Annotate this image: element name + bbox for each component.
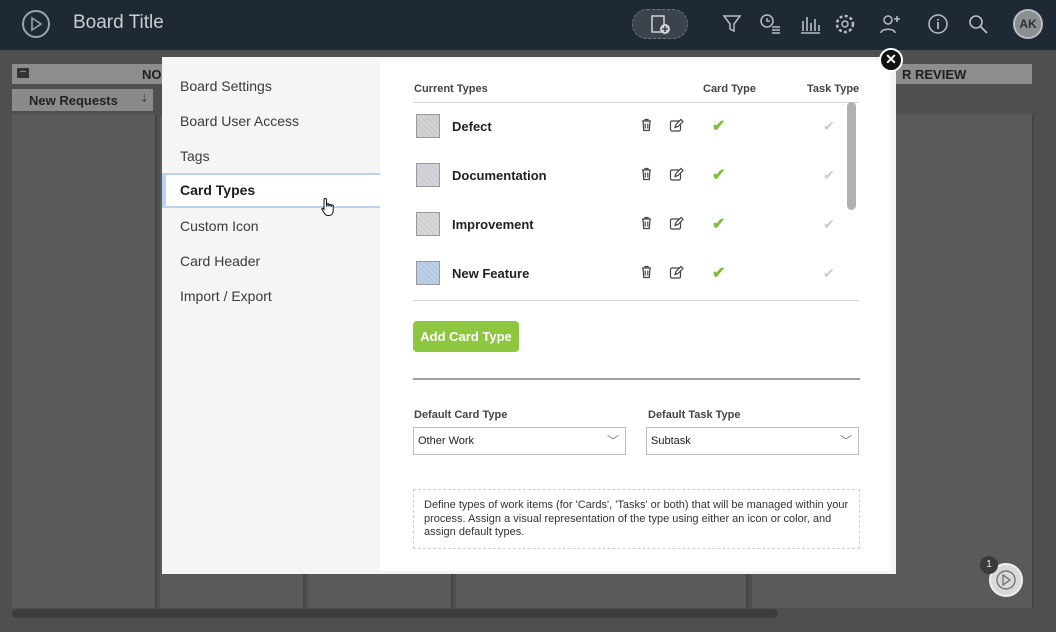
default-card-type-select[interactable]: Other Work ﹀: [413, 427, 626, 455]
timer-list-icon[interactable]: [759, 13, 781, 35]
lane-header-review: R REVIEW: [902, 67, 967, 82]
sublane-header[interactable]: New Requests ⇣: [12, 89, 153, 111]
new-card-button[interactable]: [632, 9, 688, 39]
horizontal-scrollbar[interactable]: [12, 609, 778, 618]
card-types-description: Define types of work items (for 'Cards',…: [413, 489, 860, 549]
default-card-type-label: Default Card Type: [414, 409, 508, 421]
add-user-icon[interactable]: [880, 13, 902, 35]
board-settings-modal: Board Settings Board User Access Tags Ca…: [162, 57, 896, 574]
settings-nav: Board Settings Board User Access Tags Ca…: [162, 57, 380, 574]
edit-icon[interactable]: [669, 118, 684, 133]
list-divider: [413, 300, 859, 301]
current-types-header: Current Types: [414, 83, 488, 95]
edit-icon[interactable]: [669, 167, 684, 182]
play-logo-icon: [996, 570, 1016, 590]
analytics-icon[interactable]: [799, 13, 821, 35]
nav-custom-icon[interactable]: Custom Icon: [162, 209, 380, 244]
edit-icon[interactable]: [669, 216, 684, 231]
board-logo-icon[interactable]: [22, 10, 50, 38]
trash-icon[interactable]: [640, 265, 653, 279]
nav-card-header[interactable]: Card Header: [162, 244, 380, 279]
nav-board-user-access[interactable]: Board User Access: [162, 104, 380, 139]
task-type-check-icon[interactable]: ✔: [823, 118, 835, 135]
nav-tags[interactable]: Tags: [162, 139, 380, 174]
board-title[interactable]: Board Title: [73, 12, 164, 34]
type-color-swatch[interactable]: [416, 163, 440, 187]
card-type-row: Improvement ✔ ✔: [413, 205, 845, 245]
search-icon[interactable]: [967, 13, 989, 35]
type-name[interactable]: Defect: [452, 119, 492, 134]
info-icon[interactable]: [927, 13, 949, 35]
card-type-row: New Feature ✔ ✔: [413, 254, 845, 294]
card-type-check-icon[interactable]: ✔: [712, 116, 725, 136]
type-name[interactable]: New Feature: [452, 266, 529, 281]
trash-icon[interactable]: [640, 118, 653, 132]
section-divider: [413, 378, 860, 380]
filter-icon[interactable]: [721, 13, 743, 35]
trash-icon[interactable]: [640, 167, 653, 181]
header-divider: [413, 102, 859, 103]
nav-card-types[interactable]: Card Types: [162, 173, 380, 208]
type-name[interactable]: Documentation: [452, 168, 547, 183]
gear-icon[interactable]: [834, 13, 856, 35]
sublane-menu-icon[interactable]: ⇣: [140, 92, 149, 105]
hand-cursor-icon: [321, 197, 334, 216]
notification-badge: 1: [980, 556, 998, 574]
default-card-type-value: Other Work: [418, 435, 475, 447]
nav-import-export[interactable]: Import / Export: [162, 279, 380, 314]
default-task-type-label: Default Task Type: [648, 409, 741, 421]
lane-header-left: NO: [142, 67, 162, 82]
task-type-header: Task Type: [807, 83, 860, 95]
types-list-scrollbar[interactable]: [847, 102, 856, 210]
card-type-row: Documentation ✔ ✔: [413, 156, 845, 196]
edit-icon[interactable]: [669, 265, 684, 280]
nav-board-settings[interactable]: Board Settings: [162, 69, 380, 104]
top-bar: Board Title AK: [0, 0, 1056, 50]
task-type-check-icon[interactable]: ✔: [823, 167, 835, 184]
new-card-icon: [651, 15, 670, 34]
type-color-swatch[interactable]: [416, 212, 440, 236]
close-modal-button[interactable]: ✕: [879, 48, 903, 72]
card-type-check-icon[interactable]: ✔: [712, 214, 725, 234]
sublane-title: New Requests: [29, 93, 118, 108]
type-name[interactable]: Improvement: [452, 217, 534, 232]
task-type-check-icon[interactable]: ✔: [823, 216, 835, 233]
default-task-type-value: Subtask: [651, 435, 691, 447]
chevron-down-icon: ﹀: [839, 434, 852, 448]
task-type-check-icon[interactable]: ✔: [823, 265, 835, 282]
trash-icon[interactable]: [640, 216, 653, 230]
collapse-lane-icon[interactable]: –: [17, 67, 29, 78]
lane-column: [12, 114, 157, 608]
card-type-check-icon[interactable]: ✔: [712, 263, 725, 283]
card-type-header: Card Type: [703, 83, 756, 95]
type-color-swatch[interactable]: [416, 261, 440, 285]
default-task-type-select[interactable]: Subtask ﹀: [646, 427, 859, 455]
type-color-swatch[interactable]: [416, 114, 440, 138]
card-type-check-icon[interactable]: ✔: [712, 165, 725, 185]
add-card-type-button[interactable]: Add Card Type: [413, 321, 519, 352]
card-types-panel: Current Types Card Type Task Type Defect…: [380, 60, 890, 571]
avatar[interactable]: AK: [1013, 9, 1043, 39]
chevron-down-icon: ﹀: [606, 434, 619, 448]
card-type-row: Defect ✔ ✔: [413, 107, 845, 147]
